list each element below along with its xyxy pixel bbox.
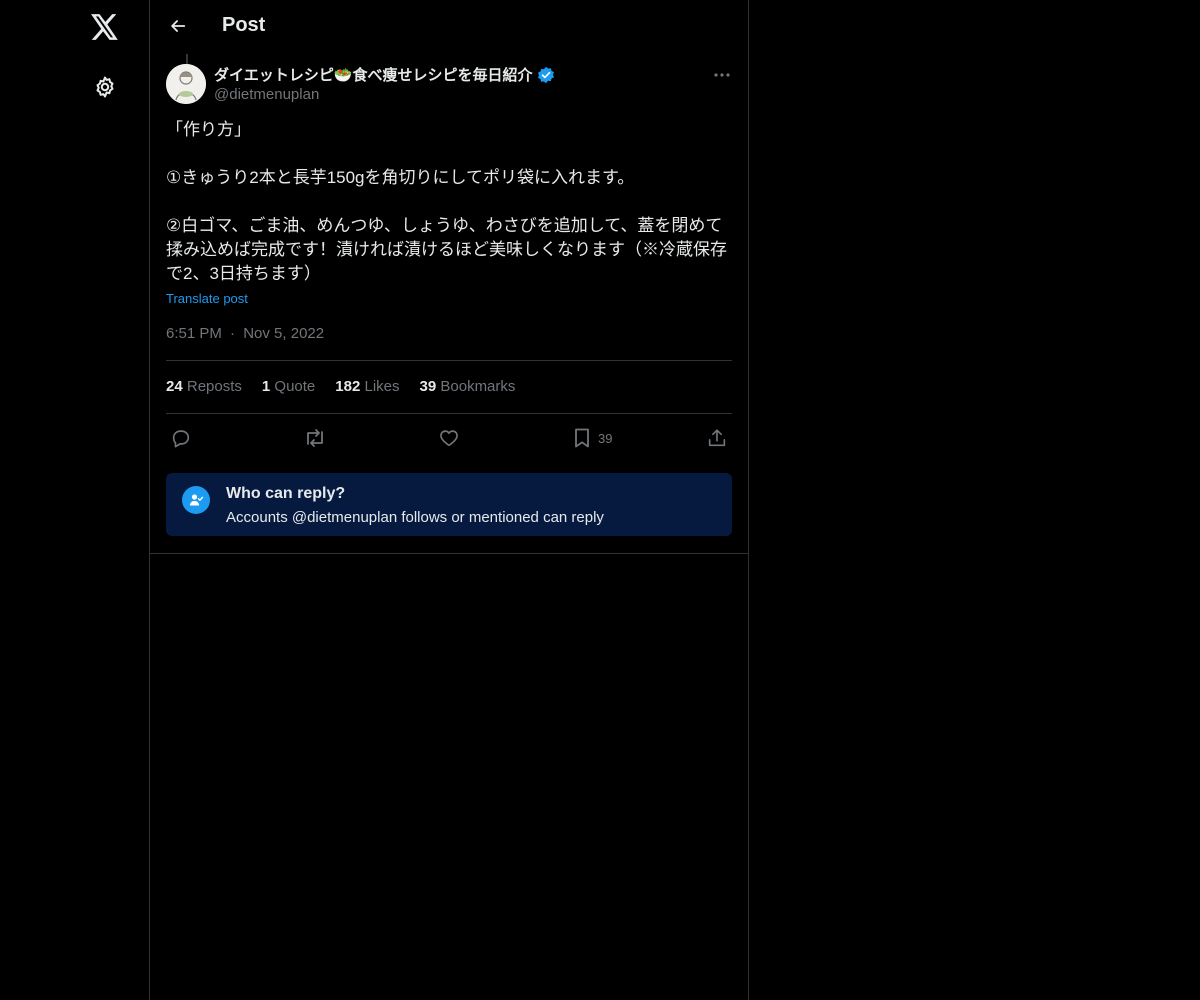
bookmark-count: 39 <box>598 430 613 446</box>
author-display-name[interactable]: ダイエットレシピ🥗食べ痩せレシピを毎日紹介 <box>214 64 533 85</box>
repost-button[interactable] <box>303 424 327 452</box>
reply-button[interactable] <box>170 424 192 452</box>
verified-badge-icon <box>537 66 555 84</box>
post-column: Post ダイエットレシピ🥗食べ痩せレシピを毎日紹介 @dietmenuplan… <box>149 0 749 1000</box>
reposts-count: 24 <box>166 378 183 395</box>
like-icon <box>438 427 460 449</box>
post-date[interactable]: Nov 5, 2022 <box>243 325 324 342</box>
thread-line <box>186 54 188 64</box>
avatar[interactable] <box>166 64 206 104</box>
quotes-count: 1 <box>261 378 271 395</box>
reply-notice-title: Who can reply? <box>226 485 346 502</box>
likes-label: Likes <box>364 378 400 395</box>
likes-stat[interactable]: 182 Likes <box>335 378 399 395</box>
gear-icon[interactable] <box>86 68 124 106</box>
post-timestamp[interactable]: 6:51 PM · Nov 5, 2022 <box>166 325 324 342</box>
repost-icon <box>303 427 327 449</box>
left-sidebar <box>0 0 149 1000</box>
back-arrow-icon[interactable] <box>164 12 192 40</box>
post-text: 「作り方」 ①きゅうり2本と長芋150gを角切りにしてポリ袋に入れます。 ②白ゴ… <box>166 120 727 283</box>
reposts-stat[interactable]: 24 Reposts <box>166 378 242 395</box>
more-options-icon[interactable] <box>710 64 734 86</box>
divider <box>166 360 732 361</box>
translate-post-link[interactable]: Translate post <box>166 291 248 306</box>
mention-user-icon <box>182 486 210 514</box>
action-bar: 39 <box>166 424 732 452</box>
divider <box>166 413 732 414</box>
bookmarks-label: Bookmarks <box>440 378 516 395</box>
reply-restriction-notice: Who can reply? Accounts @dietmenuplan fo… <box>166 473 732 536</box>
bookmarks-count: 39 <box>419 378 437 395</box>
share-button[interactable] <box>706 424 728 452</box>
share-icon <box>706 427 728 449</box>
likes-count: 182 <box>335 378 361 395</box>
quotes-stat[interactable]: 1 Quote <box>262 378 315 395</box>
reply-notice-description: Accounts @dietmenuplan follows or mentio… <box>226 509 604 526</box>
post-stats: 24 Reposts 1 Quote 182 Likes 39 Bookmark… <box>166 378 515 395</box>
page-title: Post <box>222 14 266 36</box>
author-name-row: ダイエットレシピ🥗食べ痩せレシピを毎日紹介 <box>214 64 555 85</box>
post-header: Post <box>150 0 748 54</box>
author-handle[interactable]: @dietmenuplan <box>214 86 319 103</box>
quotes-label: Quote <box>274 378 316 395</box>
divider <box>150 553 748 554</box>
timestamp-separator: · <box>230 325 236 342</box>
like-button[interactable] <box>438 424 460 452</box>
post-time[interactable]: 6:51 PM <box>166 325 222 342</box>
reposts-label: Reposts <box>186 378 242 395</box>
reply-icon <box>170 427 192 449</box>
bookmark-icon <box>572 427 592 449</box>
bookmarks-stat[interactable]: 39 Bookmarks <box>420 378 516 395</box>
bookmark-button[interactable]: 39 <box>572 424 612 452</box>
x-logo-icon[interactable] <box>86 8 124 46</box>
